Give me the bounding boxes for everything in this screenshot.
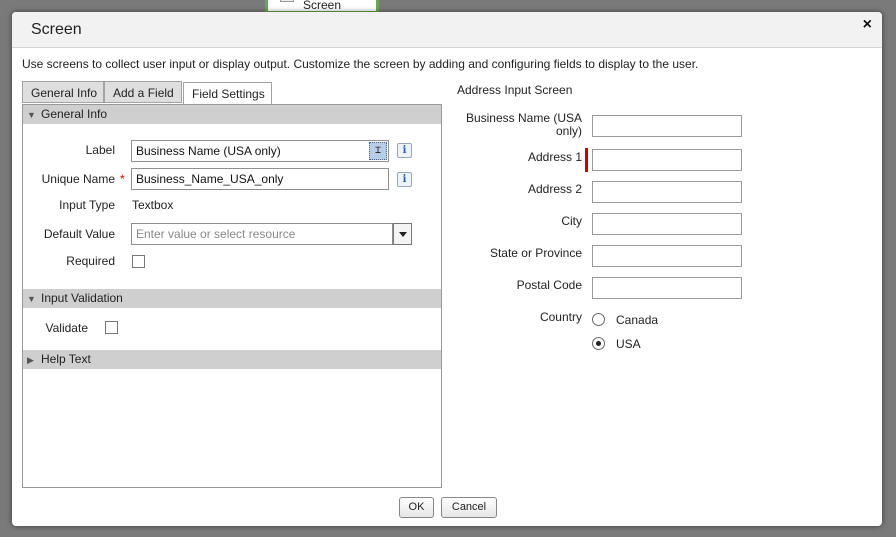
required-marker: *: [120, 172, 125, 186]
background-node-label: Screen: [302, 0, 342, 12]
radio-usa[interactable]: [592, 337, 605, 350]
expand-right-icon: ▶: [27, 355, 34, 365]
radio-label-usa: USA: [616, 337, 641, 351]
required-checkbox[interactable]: [132, 255, 145, 268]
preview-label-address-1: Address 1: [527, 150, 582, 164]
required-label: Required: [66, 254, 115, 268]
radio-canada[interactable]: [592, 313, 605, 326]
preview-label-country: Country: [539, 310, 582, 324]
screen-icon: [280, 0, 294, 2]
help-text-section-header[interactable]: ▶ Help Text: [23, 350, 441, 369]
tab-general-info[interactable]: General Info: [22, 81, 104, 103]
preview-input-address-2[interactable]: [592, 181, 742, 203]
preview-input-address-1[interactable]: [592, 149, 742, 171]
validate-checkbox[interactable]: [105, 321, 118, 334]
preview-label-business-name: Business Name (USA only): [465, 111, 582, 138]
cancel-button[interactable]: Cancel: [441, 497, 497, 518]
expand-down-icon: ▼: [27, 294, 36, 304]
text-cursor-icon: ⌶: [369, 142, 387, 160]
tab-field-settings[interactable]: Field Settings: [183, 82, 272, 105]
label-input[interactable]: Business Name (USA only): [131, 140, 389, 162]
general-info-section-header[interactable]: ▼ General Info: [23, 105, 441, 124]
dialog-title: Screen: [31, 21, 82, 38]
expand-down-icon: ▼: [27, 110, 36, 120]
tab-add-a-field[interactable]: Add a Field: [104, 81, 182, 103]
dialog-header: Screen ×: [12, 12, 882, 48]
preview-label-address-2: Address 2: [527, 182, 582, 196]
unique-name-input[interactable]: Business_Name_USA_only: [131, 168, 389, 190]
input-type-label: Input Type: [59, 198, 115, 212]
preview-label-city: City: [561, 214, 582, 228]
input-validation-section-header[interactable]: ▼ Input Validation: [23, 289, 441, 308]
unique-name-field-label: Unique Name: [41, 172, 115, 186]
default-value-input[interactable]: Enter value or select resource: [131, 223, 393, 245]
preview-input-business-name[interactable]: [592, 115, 742, 137]
required-indicator: [585, 148, 588, 172]
preview-input-postal-code[interactable]: [592, 277, 742, 299]
preview-title: Address Input Screen: [457, 83, 573, 97]
preview-label-state: State or Province: [489, 246, 582, 260]
label-info-icon[interactable]: i: [397, 143, 412, 158]
unique-name-info-icon[interactable]: i: [397, 172, 412, 187]
preview-input-city[interactable]: [592, 213, 742, 235]
default-value-label: Default Value: [43, 227, 115, 241]
close-icon[interactable]: ×: [863, 17, 872, 33]
preview-input-state[interactable]: [592, 245, 742, 267]
validate-label: Validate: [45, 321, 88, 335]
default-value-dropdown-button[interactable]: [393, 223, 412, 245]
input-type-value: Textbox: [132, 198, 174, 212]
screen-dialog: Screen × Use screens to collect user inp…: [12, 12, 882, 526]
radio-label-canada: Canada: [616, 313, 659, 327]
dialog-instructions: Use screens to collect user input or dis…: [22, 57, 699, 71]
ok-button[interactable]: OK: [399, 497, 434, 518]
field-settings-panel: ▼ General Info Label Business Name (USA o…: [22, 104, 442, 488]
preview-label-postal-code: Postal Code: [516, 278, 582, 292]
label-field-label: Label: [85, 143, 115, 157]
